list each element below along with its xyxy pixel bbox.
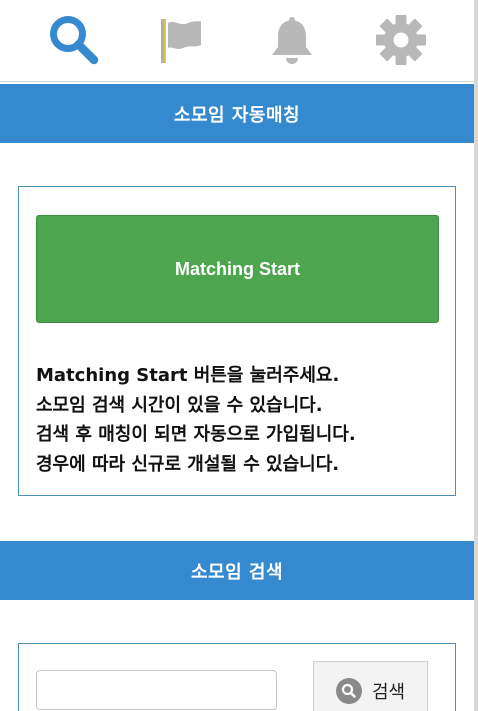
nav-notifications-tab[interactable]: [257, 8, 327, 72]
search-icon: [50, 16, 99, 65]
nav-search-tab[interactable]: [39, 8, 109, 72]
matching-start-button[interactable]: Matching Start: [36, 215, 439, 323]
app-root: 소모임 자동매칭 Matching Start Matching Start 버…: [0, 0, 474, 711]
flag-icon: [161, 19, 201, 63]
notice-line: 소모임 검색 시간이 있을 수 있습니다.: [36, 394, 323, 416]
auto-matching-header: 소모임 자동매칭: [0, 84, 474, 143]
group-search-input[interactable]: [36, 670, 277, 710]
nav-settings-tab[interactable]: [366, 8, 436, 72]
notice-line: 경우에 따라 신규로 개설될 수 있습니다.: [36, 453, 340, 475]
bell-icon: [272, 17, 312, 64]
group-search-button[interactable]: 검색: [313, 661, 428, 711]
search-button-label: 검색: [371, 682, 406, 703]
window-edge: [474, 0, 478, 711]
matching-notice: Matching Start 버튼을 눌러주세요. 소모임 검색 시간이 있을 …: [36, 361, 446, 479]
nav-flag-tab[interactable]: [147, 8, 217, 72]
search-icon: [335, 678, 362, 704]
gear-icon: [376, 15, 426, 65]
group-search-panel: 검색: [18, 643, 456, 711]
auto-matching-panel: Matching Start Matching Start 버튼을 눌러주세요.…: [18, 186, 456, 496]
notice-line: 검색 후 매칭이 되면 자동으로 가입됩니다.: [36, 424, 356, 445]
top-navigation: [0, 0, 474, 82]
notice-line: Matching Start 버튼을 눌러주세요.: [36, 365, 340, 386]
group-search-header: 소모임 검색: [0, 541, 474, 600]
